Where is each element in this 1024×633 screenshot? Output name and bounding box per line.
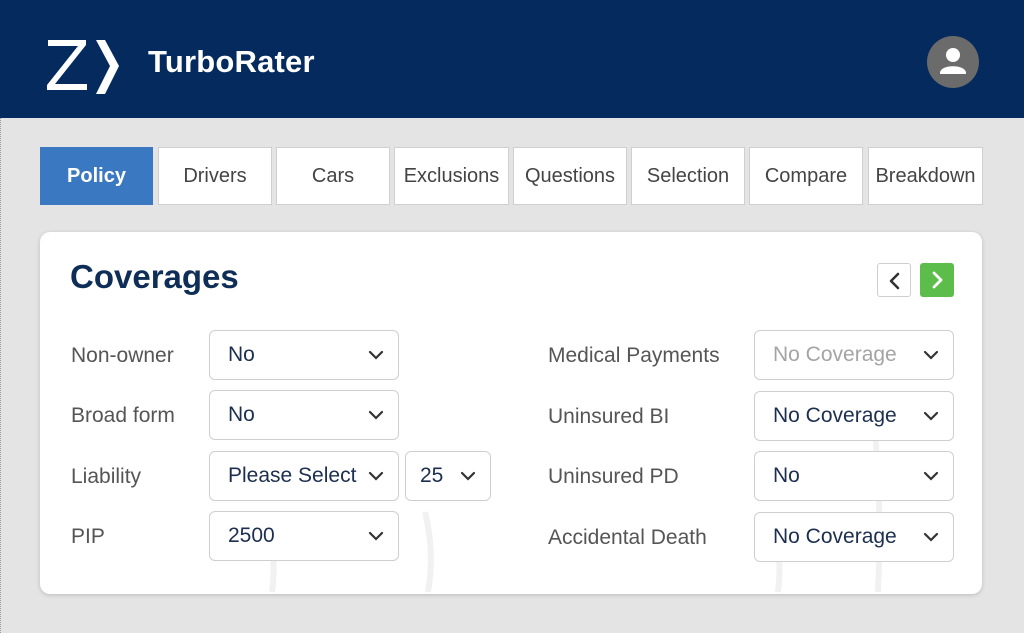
z-logo-icon (46, 36, 120, 98)
liability-limit-select[interactable]: 25 (405, 451, 491, 501)
non-owner-label: Non-owner (71, 330, 174, 382)
chevron-down-icon (923, 348, 939, 362)
non-owner-select[interactable]: No (209, 330, 399, 380)
tab-breakdown[interactable]: Breakdown (868, 147, 983, 205)
chevron-left-icon (878, 264, 912, 298)
tab-selection[interactable]: Selection (631, 147, 745, 205)
tab-label: Questions (525, 165, 615, 188)
accidental-death-label: Accidental Death (548, 512, 707, 564)
broad-form-label: Broad form (71, 390, 175, 442)
app-header: TurboRater (0, 0, 1024, 118)
coverages-card: Coverages Non-owner No Broad form No Lia… (40, 232, 982, 594)
tab-label: Exclusions (404, 165, 500, 188)
chevron-down-icon (460, 469, 476, 483)
tab-drivers[interactable]: Drivers (158, 147, 272, 205)
medical-payments-label: Medical Payments (548, 330, 720, 382)
liability-select[interactable]: Please Select (209, 451, 399, 501)
chevron-down-icon (923, 409, 939, 423)
chevron-down-icon (923, 530, 939, 544)
chevron-down-icon (923, 469, 939, 483)
select-value: No Coverage (773, 513, 897, 561)
user-avatar-icon[interactable] (927, 36, 979, 88)
uninsured-bi-label: Uninsured BI (548, 391, 669, 443)
tab-label: Breakdown (875, 165, 975, 188)
uninsured-pd-label: Uninsured PD (548, 451, 679, 503)
tab-exclusions[interactable]: Exclusions (394, 147, 509, 205)
select-value: No Coverage (773, 331, 897, 379)
accidental-death-select[interactable]: No Coverage (754, 512, 954, 562)
tab-cars[interactable]: Cars (276, 147, 390, 205)
select-value: 2500 (228, 512, 275, 560)
app-title: TurboRater (148, 44, 315, 80)
chevron-down-icon (368, 408, 384, 422)
select-value: No Coverage (773, 392, 897, 440)
chevron-down-icon (368, 469, 384, 483)
select-value: 25 (420, 452, 443, 500)
medical-payments-select: No Coverage (754, 330, 954, 380)
chevron-down-icon (368, 348, 384, 362)
broad-form-select[interactable]: No (209, 390, 399, 440)
tab-label: Policy (67, 165, 126, 188)
uninsured-bi-select[interactable]: No Coverage (754, 391, 954, 441)
tab-questions[interactable]: Questions (513, 147, 627, 205)
tab-label: Compare (765, 165, 847, 188)
chevron-right-icon (920, 263, 954, 297)
tab-label: Drivers (183, 165, 246, 188)
tab-compare[interactable]: Compare (749, 147, 863, 205)
uninsured-pd-select[interactable]: No (754, 451, 954, 501)
select-value: No (228, 391, 255, 439)
coverages-title: Coverages (70, 258, 239, 296)
liability-label: Liability (71, 451, 141, 503)
pip-select[interactable]: 2500 (209, 511, 399, 561)
tab-label: Selection (647, 165, 729, 188)
previous-button[interactable] (877, 263, 911, 297)
tab-label: Cars (312, 165, 354, 188)
chevron-down-icon (368, 529, 384, 543)
next-button[interactable] (920, 263, 954, 297)
pip-label: PIP (71, 511, 105, 563)
select-value: Please Select (228, 452, 356, 500)
select-value: No (773, 452, 800, 500)
tab-policy[interactable]: Policy (40, 147, 153, 205)
page-edge-divider (0, 118, 2, 633)
select-value: No (228, 331, 255, 379)
